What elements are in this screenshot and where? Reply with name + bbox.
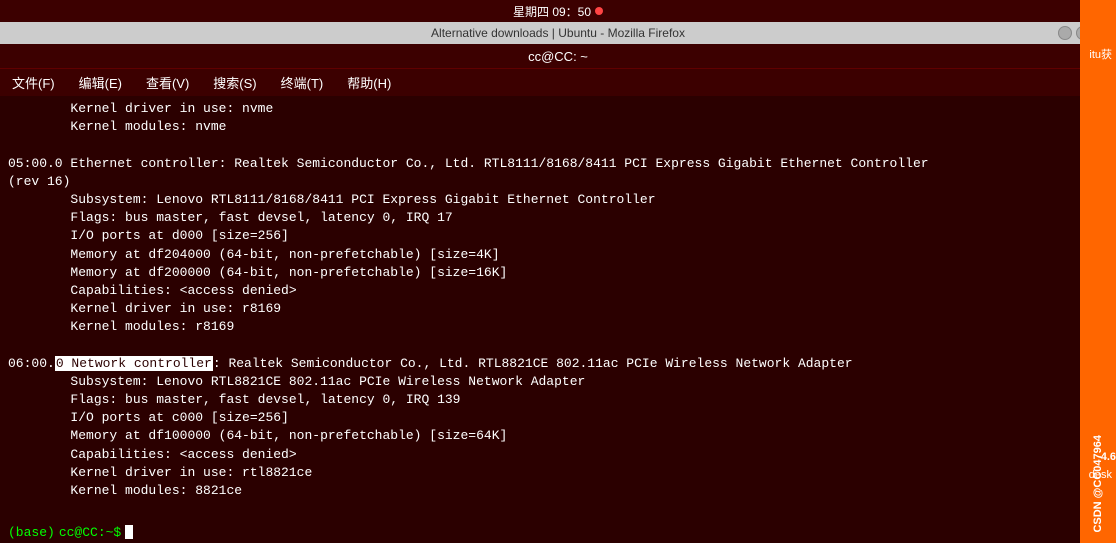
- time-text: 星期四 09：50: [513, 3, 591, 20]
- menu-edit[interactable]: 编辑(E): [71, 71, 130, 94]
- line-12: Kernel driver in use: r8169: [8, 300, 1108, 318]
- line-22: Kernel modules: 8821ce: [8, 482, 1108, 500]
- line-8: I/O ports at d000 [size=256]: [8, 227, 1108, 245]
- itu-text: itu获: [1085, 44, 1116, 64]
- line-18: I/O ports at c000 [size=256]: [8, 409, 1108, 427]
- line-2: Kernel modules: nvme: [8, 118, 1108, 136]
- line-17: Flags: bus master, fast devsel, latency …: [8, 391, 1108, 409]
- menu-view[interactable]: 查看(V): [138, 71, 197, 94]
- line-7: Flags: bus master, fast devsel, latency …: [8, 209, 1108, 227]
- firefox-title: Alternative downloads | Ubuntu - Mozilla…: [431, 26, 685, 40]
- menu-help[interactable]: 帮助(H): [339, 71, 399, 94]
- line-5: (rev 16): [8, 173, 1108, 191]
- line-13: Kernel modules: r8169: [8, 318, 1108, 336]
- line-4: 05:00.0 Ethernet controller: Realtek Sem…: [8, 155, 1108, 173]
- line-21: Kernel driver in use: rtl8821ce: [8, 464, 1108, 482]
- line-3: [8, 136, 1108, 154]
- menu-file[interactable]: 文件(F): [4, 71, 63, 94]
- line-16: Subsystem: Lenovo RTL8821CE 802.11ac PCI…: [8, 373, 1108, 391]
- line-10: Memory at df200000 (64-bit, non-prefetch…: [8, 264, 1108, 282]
- minimize-button[interactable]: [1058, 26, 1072, 40]
- content-area: cc@CC: ~ 文件(F) 编辑(E) 查看(V) 搜索(S) 终端(T) 帮…: [0, 44, 1116, 543]
- main-container: 星期四 09：50 Alternative downloads | Ubuntu…: [0, 0, 1116, 543]
- terminal-wrapper: cc@CC: ~ 文件(F) 编辑(E) 查看(V) 搜索(S) 终端(T) 帮…: [0, 44, 1116, 543]
- prompt-text: cc@CC:~$: [59, 525, 121, 540]
- line-1: Kernel driver in use: nvme: [8, 100, 1108, 118]
- menu-search[interactable]: 搜索(S): [205, 71, 264, 94]
- network-controller-highlight: 0 Network controller: [55, 356, 213, 371]
- firefox-bar: Alternative downloads | Ubuntu - Mozilla…: [0, 22, 1116, 44]
- line-15: 06:00.0 Network controller: Realtek Semi…: [8, 355, 1108, 373]
- terminal-title-bar: cc@CC: ~: [0, 44, 1116, 68]
- menu-bar: 文件(F) 编辑(E) 查看(V) 搜索(S) 终端(T) 帮助(H): [0, 68, 1116, 96]
- line-20: Capabilities: <access denied>: [8, 446, 1108, 464]
- system-bar: 星期四 09：50: [0, 0, 1116, 22]
- cursor: [125, 525, 133, 539]
- bottom-bar: (base) cc@CC:~$: [0, 521, 1116, 543]
- system-time: 星期四 09：50: [513, 3, 603, 20]
- line-9: Memory at df204000 (64-bit, non-prefetch…: [8, 246, 1108, 264]
- right-panel: itu获 4.6 desk CSDN @CC047964: [1080, 44, 1116, 543]
- line-19: Memory at df100000 (64-bit, non-prefetch…: [8, 427, 1108, 445]
- line-11: Capabilities: <access denied>: [8, 282, 1108, 300]
- csdn-text: CSDN @CC047964: [1092, 435, 1104, 533]
- time-dot: [595, 7, 603, 15]
- line-6: Subsystem: Lenovo RTL8111/8168/8411 PCI …: [8, 191, 1108, 209]
- line-14: [8, 336, 1108, 354]
- terminal-content[interactable]: Kernel driver in use: nvme Kernel module…: [0, 96, 1116, 521]
- terminal-title: cc@CC: ~: [528, 49, 588, 64]
- menu-terminal[interactable]: 终端(T): [273, 71, 332, 94]
- base-text: (base): [8, 525, 55, 540]
